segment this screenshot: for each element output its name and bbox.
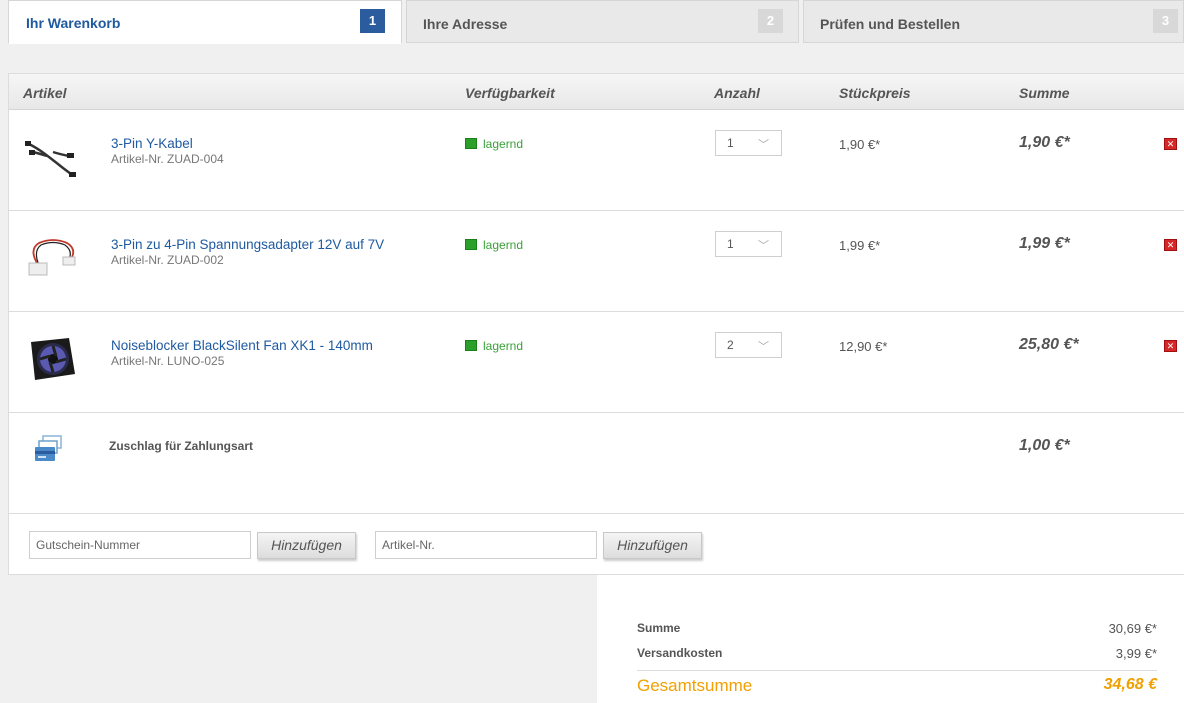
totals-divider [637,670,1157,671]
row-sum: 1,90 €* [1019,134,1070,151]
unit-price: 1,99 €* [839,238,881,253]
item-link[interactable]: Noiseblocker BlackSilent Fan XK1 - 140mm [111,338,373,353]
header-summe: Summe [1019,85,1070,101]
tab-cart-step-number: 1 [360,9,385,33]
tab-review-label: Prüfen und Bestellen [820,16,961,32]
add-article-button[interactable]: Hinzufügen [603,532,702,559]
tab-review-step-number: 3 [1153,9,1178,33]
stock-indicator-icon [465,239,477,250]
tab-cart-label: Ihr Warenkorb [26,15,121,31]
item-number: Artikel-Nr. LUNO-025 [111,354,225,368]
cart-row: 3-Pin Y-Kabel Artikel-Nr. ZUAD-004 lager… [9,110,1184,211]
quantity-value: 2 [727,338,734,352]
tab-address-step-number: 2 [758,9,783,33]
grand-total-value: 34,68 € [1103,676,1157,693]
header-artikel: Artikel [23,85,67,101]
shipping-value: 3,99 €* [1115,646,1157,661]
item-number: Artikel-Nr. ZUAD-004 [111,152,224,166]
quantity-value: 1 [727,237,734,251]
add-coupon-button[interactable]: Hinzufügen [257,532,356,559]
delete-icon[interactable]: ✕ [1164,239,1177,251]
unit-price: 1,90 €* [839,137,881,152]
quantity-select[interactable]: 2 ﹀ [715,332,782,358]
cart-panel: Artikel Verfügbarkeit Anzahl Stückpreis … [8,73,1184,575]
y-cable-thumbnail [25,141,76,177]
table-header: Artikel Verfügbarkeit Anzahl Stückpreis … [9,74,1184,110]
stock-label: lagernd [483,339,524,353]
header-anzahl: Anzahl [714,85,760,101]
payment-card-icon [35,435,62,461]
surcharge-sum: 1,00 €* [1019,437,1070,454]
voucher-section: Gutschein-Nummer Hinzufügen Artikel-Nr. … [9,514,1184,576]
stock-label: lagernd [483,137,524,151]
chevron-down-icon: ﹀ [758,240,769,252]
shipping-label: Versandkosten [637,646,723,660]
quantity-value: 1 [727,136,734,150]
order-totals: Summe 30,69 €* Versandkosten 3,99 €* Ges… [597,575,1184,703]
adapter-cable-thumbnail [28,239,76,276]
quantity-select[interactable]: 1 ﹀ [715,130,782,156]
tab-review[interactable]: Prüfen und Bestellen 3 [803,0,1184,43]
coupon-input[interactable]: Gutschein-Nummer [29,531,251,559]
cart-row: 3-Pin zu 4-Pin Spannungsadapter 12V auf … [9,211,1184,312]
stock-status: lagernd [465,339,523,353]
item-link[interactable]: 3-Pin zu 4-Pin Spannungsadapter 12V auf … [111,237,384,252]
cart-row: Noiseblocker BlackSilent Fan XK1 - 140mm… [9,312,1184,413]
row-sum: 25,80 €* [1019,336,1079,353]
item-number: Artikel-Nr. ZUAD-002 [111,253,224,267]
grand-total-label: Gesamtsumme [637,676,753,695]
row-sum: 1,99 €* [1019,235,1070,252]
chevron-down-icon: ﹀ [758,139,769,151]
tab-cart[interactable]: Ihr Warenkorb 1 [8,0,402,44]
delete-icon[interactable]: ✕ [1164,138,1177,150]
checkout-steps: Ihr Warenkorb 1 Ihre Adresse 2 Prüfen un… [0,0,1184,44]
quantity-select[interactable]: 1 ﹀ [715,231,782,257]
header-verfuegbarkeit: Verfügbarkeit [465,85,555,101]
stock-indicator-icon [465,138,477,149]
unit-price: 12,90 €* [839,339,888,354]
surcharge-label: Zuschlag für Zahlungsart [109,439,254,453]
fan-thumbnail [31,338,75,380]
tab-address-label: Ihre Adresse [423,16,508,32]
chevron-down-icon: ﹀ [758,341,769,353]
subtotal-value: 30,69 €* [1108,621,1157,636]
tab-address[interactable]: Ihre Adresse 2 [406,0,799,43]
surcharge-row: Zuschlag für Zahlungsart 1,00 €* [9,413,1184,514]
stock-status: lagernd [465,238,523,252]
stock-label: lagernd [483,238,524,252]
header-stueckpreis: Stückpreis [839,85,911,101]
stock-status: lagernd [465,137,523,151]
article-number-input[interactable]: Artikel-Nr. [375,531,597,559]
item-link[interactable]: 3-Pin Y-Kabel [111,136,193,151]
subtotal-label: Summe [637,621,681,635]
stock-indicator-icon [465,340,477,351]
delete-icon[interactable]: ✕ [1164,340,1177,352]
